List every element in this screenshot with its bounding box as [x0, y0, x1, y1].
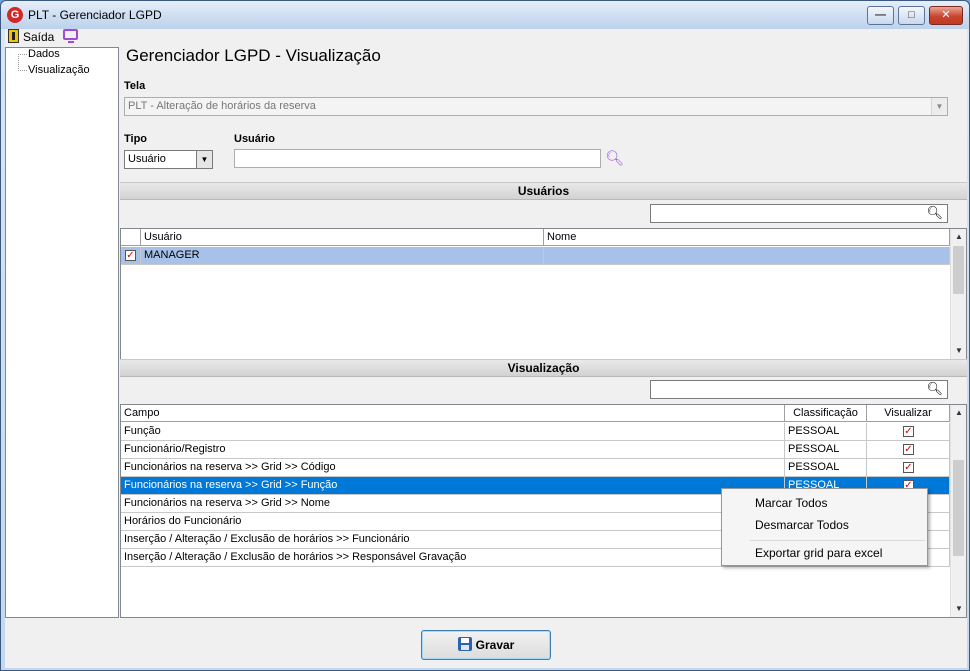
- usuarios-grid: Usuário Nome ✓ MANAGER ▲ ▼: [120, 228, 967, 360]
- scroll-down-arrow[interactable]: ▼: [951, 343, 967, 359]
- cell-classificacao: PESSOAL: [785, 459, 867, 476]
- cell-classificacao: PESSOAL: [785, 441, 867, 458]
- cell-campo: Função: [121, 423, 785, 440]
- tree-item-visualizacao[interactable]: Visualização: [28, 64, 90, 76]
- minimize-button[interactable]: —: [867, 6, 894, 25]
- menu-item-exportar-excel[interactable]: Exportar grid para excel: [755, 546, 882, 560]
- cell-campo: Horários do Funcionário: [121, 513, 785, 530]
- chevron-down-icon[interactable]: ▼: [931, 98, 947, 115]
- cell-visualizar[interactable]: ✓: [867, 423, 950, 440]
- title-bar[interactable]: G PLT - Gerenciador LGPD — □ ✕: [1, 1, 969, 29]
- cell-visualizar[interactable]: ✓: [867, 441, 950, 458]
- cell-nome: [544, 247, 950, 264]
- save-button[interactable]: Gravar: [421, 630, 551, 660]
- context-menu: Marcar Todos Desmarcar Todos Exportar gr…: [721, 488, 928, 566]
- menu-separator: [750, 540, 925, 541]
- cell-campo: Inserção / Alteração / Exclusão de horár…: [121, 531, 785, 548]
- tela-select[interactable]: PLT - Alteração de horários da reserva ▼: [124, 97, 948, 116]
- visualizacao-filter-input[interactable]: 🔍︎: [650, 380, 948, 399]
- table-row[interactable]: ✓ MANAGER: [121, 247, 950, 265]
- tipo-label: Tipo: [124, 133, 148, 145]
- usuario-input[interactable]: [234, 149, 601, 168]
- window-title: PLT - Gerenciador LGPD: [28, 8, 162, 22]
- search-icon[interactable]: 🔍︎: [605, 149, 624, 167]
- usuarios-scrollbar[interactable]: ▲ ▼: [950, 229, 966, 359]
- usuarios-filter-input[interactable]: 🔍︎: [650, 204, 948, 223]
- save-button-label: Gravar: [475, 638, 515, 652]
- column-header-classificacao[interactable]: Classificação: [785, 405, 867, 422]
- scroll-up-arrow[interactable]: ▲: [951, 229, 967, 245]
- checkbox[interactable]: ✓: [903, 426, 914, 437]
- usuarios-section-header: Usuários: [120, 182, 967, 200]
- menu-exit[interactable]: Saída: [23, 30, 54, 44]
- tree-connector: [18, 70, 27, 71]
- table-row[interactable]: Funcionário/Registro PESSOAL ✓: [121, 441, 950, 459]
- tree-connector: [18, 54, 19, 71]
- cell-usuario: MANAGER: [141, 247, 544, 264]
- cell-campo: Funcionário/Registro: [121, 441, 785, 458]
- cell-visualizar[interactable]: ✓: [867, 459, 950, 476]
- row-checkbox-cell[interactable]: ✓: [121, 247, 141, 264]
- usuarios-grid-header: Usuário Nome: [121, 229, 950, 246]
- page-title: Gerenciador LGPD - Visualização: [126, 46, 381, 65]
- scroll-up-arrow[interactable]: ▲: [951, 405, 967, 421]
- tipo-select[interactable]: Usuário ▼: [124, 150, 213, 169]
- main-window: G PLT - Gerenciador LGPD — □ ✕ Saída Dad…: [0, 0, 970, 671]
- visualizacao-section-header: Visualização: [120, 359, 967, 377]
- close-button[interactable]: ✕: [929, 6, 963, 25]
- tela-value: PLT - Alteração de horários da reserva: [128, 100, 316, 112]
- cell-campo: Funcionários na reserva >> Grid >> Funçã…: [121, 477, 785, 494]
- column-header-campo[interactable]: Campo: [121, 405, 785, 422]
- checkbox[interactable]: ✓: [125, 250, 136, 261]
- menu-item-marcar-todos[interactable]: Marcar Todos: [755, 496, 827, 510]
- tipo-value: Usuário: [128, 153, 166, 165]
- cell-classificacao: PESSOAL: [785, 423, 867, 440]
- menu-item-desmarcar-todos[interactable]: Desmarcar Todos: [755, 518, 849, 532]
- tree-item-dados[interactable]: Dados: [28, 48, 60, 60]
- door-exit-icon[interactable]: [8, 29, 19, 43]
- monitor-icon[interactable]: [63, 29, 78, 43]
- scroll-down-arrow[interactable]: ▼: [951, 601, 967, 617]
- column-header-nome[interactable]: Nome: [544, 229, 950, 246]
- search-icon[interactable]: 🔍︎: [926, 205, 943, 221]
- tree-connector: [18, 54, 27, 55]
- search-icon[interactable]: 🔍︎: [926, 381, 943, 397]
- table-row[interactable]: Funcionários na reserva >> Grid >> Códig…: [121, 459, 950, 477]
- tela-label: Tela: [124, 80, 146, 92]
- checkbox-column-header: [121, 229, 141, 246]
- visualizacao-grid-header: Campo Classificação Visualizar: [121, 405, 950, 422]
- column-header-visualizar[interactable]: Visualizar: [867, 405, 950, 422]
- floppy-disk-icon: [457, 637, 472, 651]
- table-row[interactable]: Função PESSOAL ✓: [121, 423, 950, 441]
- menu-bar: Saída: [5, 29, 967, 45]
- scroll-thumb[interactable]: [953, 246, 964, 294]
- scroll-thumb[interactable]: [953, 460, 964, 556]
- usuario-label: Usuário: [234, 133, 275, 145]
- checkbox[interactable]: ✓: [903, 462, 914, 473]
- maximize-button[interactable]: □: [898, 6, 925, 25]
- cell-campo: Funcionários na reserva >> Grid >> Nome: [121, 495, 785, 512]
- visualizacao-scrollbar[interactable]: ▲ ▼: [950, 405, 966, 617]
- client-area: Saída Dados Visualização Gerenciador LGP…: [5, 29, 967, 668]
- navigation-tree: Dados Visualização: [5, 47, 119, 618]
- column-header-usuario[interactable]: Usuário: [141, 229, 544, 246]
- cell-campo: Inserção / Alteração / Exclusão de horár…: [121, 549, 785, 566]
- checkbox[interactable]: ✓: [903, 444, 914, 455]
- app-logo-icon: G: [7, 7, 23, 23]
- cell-campo: Funcionários na reserva >> Grid >> Códig…: [121, 459, 785, 476]
- chevron-down-icon[interactable]: ▼: [196, 151, 212, 168]
